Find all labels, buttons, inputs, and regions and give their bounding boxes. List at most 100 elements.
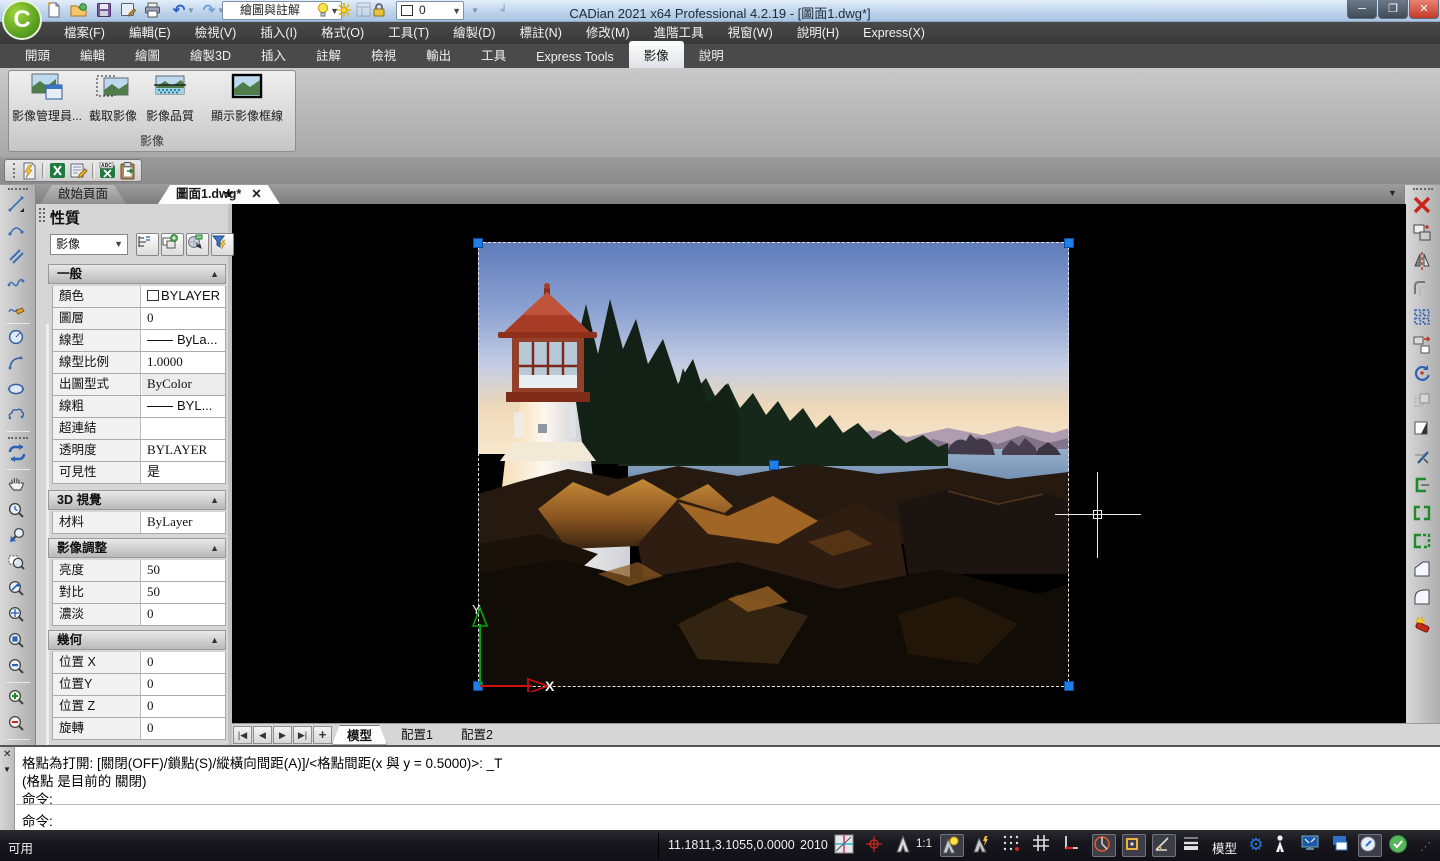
rotate-icon[interactable] <box>1412 363 1434 384</box>
array-icon[interactable] <box>1412 307 1434 328</box>
grip-bottom-right[interactable] <box>1064 681 1074 691</box>
new-layout-icon[interactable]: + <box>313 725 332 744</box>
trim-icon[interactable] <box>1412 447 1434 468</box>
prev-layout-icon[interactable]: ◀ <box>253 725 272 744</box>
grid-icon[interactable] <box>1032 834 1056 857</box>
image-frame-button[interactable]: 顯示影像框線 <box>201 73 293 135</box>
last-layout-icon[interactable]: ▶| <box>293 725 312 744</box>
grid-target-icon[interactable] <box>864 834 888 857</box>
named-views-icon[interactable] <box>7 443 29 464</box>
zoom-in-icon[interactable] <box>7 688 29 709</box>
toolbar-grip[interactable] <box>8 188 28 192</box>
annotation-person-icon[interactable] <box>1272 834 1296 857</box>
ribbon-tab-output[interactable]: 輸出 <box>411 41 466 68</box>
prop-row-ltscale[interactable]: 線型比例 1.0000 <box>52 352 226 374</box>
ucs-person-icon[interactable] <box>894 834 918 857</box>
revision-cloud-icon[interactable] <box>7 406 29 427</box>
ribbon-tab-annotate[interactable]: 註解 <box>301 41 356 68</box>
move-icon[interactable] <box>1412 335 1434 356</box>
toolbar-grip[interactable] <box>8 437 28 441</box>
object-type-combo[interactable]: 影像 ▼ <box>50 234 128 255</box>
grip-top-right[interactable] <box>1064 238 1074 248</box>
line-icon[interactable] <box>7 195 29 216</box>
new-tab-button[interactable]: + <box>224 185 233 203</box>
prop-row-pos-z[interactable]: 位置 Z0 <box>52 696 226 718</box>
quick-properties-icon[interactable] <box>1358 834 1382 857</box>
break-icon[interactable] <box>1412 503 1434 524</box>
extend-icon[interactable] <box>1412 475 1434 496</box>
app-logo[interactable]: C <box>2 0 42 40</box>
prop-row-color[interactable]: 顏色 BYLAYER <box>52 286 226 308</box>
otrack-icon[interactable] <box>1152 834 1176 857</box>
sketch-icon[interactable] <box>7 299 29 320</box>
tab-model[interactable]: 模型 <box>332 725 387 745</box>
grip-center[interactable] <box>769 460 779 470</box>
quick-select-icon[interactable] <box>136 233 159 256</box>
image-clip-button[interactable]: 截取影像 <box>85 73 141 135</box>
status-scale[interactable]: 1:1 <box>916 838 932 850</box>
lineweight-icon[interactable] <box>1182 834 1206 857</box>
next-layout-icon[interactable]: ▶ <box>273 725 292 744</box>
ok-check-icon[interactable] <box>1388 834 1412 857</box>
image-manager-button[interactable]: 影像管理員... <box>11 73 83 135</box>
gear-icon[interactable]: ⚙ <box>1244 834 1268 857</box>
toolbar-grip[interactable] <box>13 163 16 178</box>
prop-row-transparency[interactable]: 透明度 BYLAYER <box>52 440 226 462</box>
menu-express[interactable]: Express(X) <box>851 22 937 44</box>
ribbon-tab-draw3d[interactable]: 繪製3D <box>175 41 246 68</box>
zoom-out-window-icon[interactable] <box>7 657 29 678</box>
image-quality-button[interactable]: 影像品質 <box>142 73 198 135</box>
prop-row-plotstyle[interactable]: 出圖型式 ByColor <box>52 374 226 396</box>
arc-icon[interactable] <box>7 354 29 375</box>
offset-icon[interactable] <box>1412 279 1434 300</box>
zoom-window-icon[interactable] <box>7 553 29 574</box>
add-selection-icon[interactable] <box>161 233 184 256</box>
fillet-icon[interactable] <box>1412 587 1434 608</box>
mirror-icon[interactable] <box>1412 251 1434 272</box>
command-window[interactable]: ✕ ▼ 格點為打開: [關閉(OFF)/鎖點(S)/縱橫向間距(A)]/<格點間… <box>0 745 1440 832</box>
zoom-out-icon[interactable] <box>7 714 29 735</box>
annotation-auto-icon[interactable] <box>972 834 996 857</box>
zoom-center-icon[interactable] <box>7 605 29 626</box>
polar-tracking-icon[interactable] <box>1092 834 1116 857</box>
ellipse-icon[interactable] <box>7 380 29 401</box>
ribbon-tab-insert[interactable]: 插入 <box>246 41 301 68</box>
prop-row-brightness[interactable]: 亮度 50 <box>52 560 226 582</box>
filter-icon[interactable] <box>211 233 234 256</box>
prop-row-layer[interactable]: 圖層 0 <box>52 308 226 330</box>
clean-screen-icon[interactable] <box>1300 834 1324 857</box>
copy-icon[interactable] <box>1412 223 1434 244</box>
resize-grip-icon[interactable]: ⋰ <box>1420 840 1432 853</box>
ribbon-tab-edit[interactable]: 編輯 <box>65 41 120 68</box>
arc-3pt-icon[interactable] <box>7 221 29 242</box>
tab-close-icon[interactable]: ✕ <box>251 187 261 201</box>
tab-layout2[interactable]: 配置2 <box>447 725 507 745</box>
toolbar-grip[interactable] <box>1413 188 1433 192</box>
status-model-toggle[interactable]: 模型 <box>1212 838 1237 857</box>
double-line-icon[interactable] <box>7 247 29 268</box>
workspace-windows-icon[interactable] <box>1330 834 1354 857</box>
excel-export-icon[interactable] <box>49 162 66 179</box>
edit-text-icon[interactable] <box>70 162 88 179</box>
dot-grid-icon[interactable] <box>1002 834 1026 857</box>
prop-row-material[interactable]: 材料 ByLayer <box>52 512 226 534</box>
scale-icon[interactable] <box>1412 391 1434 412</box>
spellcheck-icon[interactable]: ABC <box>99 162 116 179</box>
prop-row-linetype[interactable]: 線型 ByLa... <box>52 330 226 352</box>
polyline-icon[interactable] <box>7 273 29 294</box>
prop-row-rotation[interactable]: 旋轉 0 <box>52 718 226 740</box>
ribbon-tab-image[interactable]: 影像 <box>628 41 684 68</box>
annotation-visibility-icon[interactable] <box>940 834 964 857</box>
ribbon-tab-view[interactable]: 檢視 <box>356 41 411 68</box>
zoom-dynamic-icon[interactable] <box>7 579 29 600</box>
osnap-icon[interactable] <box>1122 834 1146 857</box>
section-geometry[interactable]: 幾何 ▲ <box>48 630 226 650</box>
tab-list-dropdown-icon[interactable]: ▼ <box>1388 188 1397 198</box>
palette-grip[interactable] <box>39 208 45 222</box>
restore-button[interactable]: ❐ <box>1378 0 1408 19</box>
snap-icon[interactable] <box>834 834 858 857</box>
prop-row-visibility[interactable]: 可見性是 <box>52 462 226 484</box>
stretch-icon[interactable] <box>1412 419 1434 440</box>
paste-clipboard-icon[interactable] <box>120 161 136 180</box>
prop-row-contrast[interactable]: 對比 50 <box>52 582 226 604</box>
